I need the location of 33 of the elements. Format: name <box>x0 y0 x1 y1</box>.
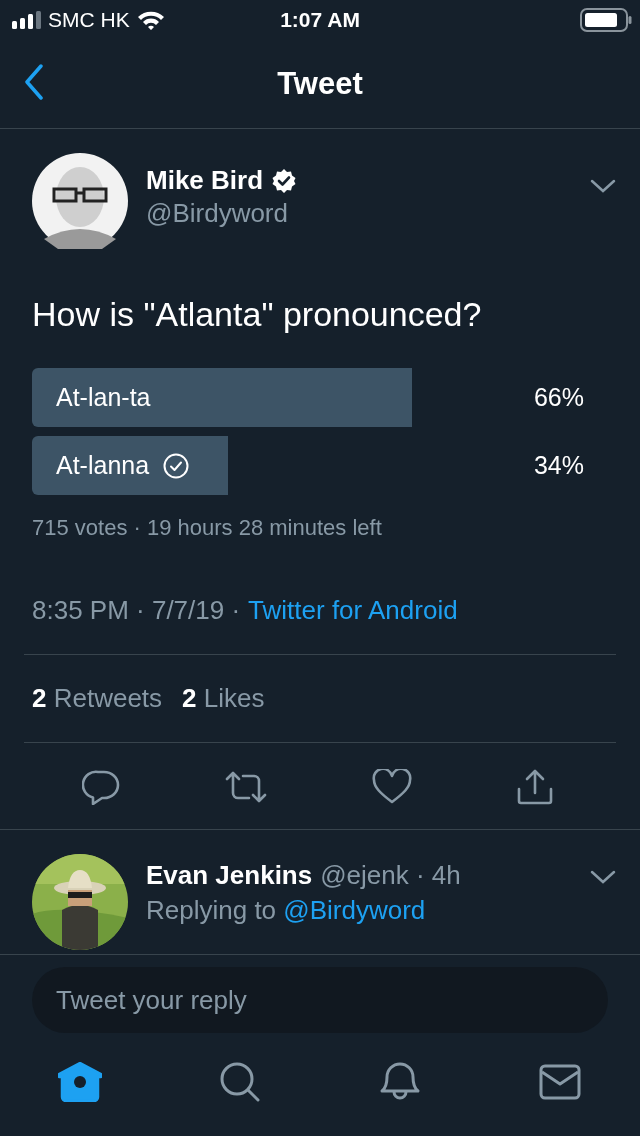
signal-icon <box>12 11 42 29</box>
poll-percentage: 66% <box>533 383 584 412</box>
author-handle[interactable]: @Birdyword <box>146 198 590 229</box>
share-icon[interactable] <box>516 769 554 805</box>
heart-icon[interactable] <box>372 769 412 805</box>
search-icon <box>219 1061 261 1103</box>
birdhouse-icon <box>58 1062 102 1102</box>
poll-summary: 715 votes · 19 hours 28 minutes left <box>32 515 383 541</box>
carrier-name: SMC HK <box>48 8 130 32</box>
back-button[interactable] <box>24 64 44 100</box>
retweet-count[interactable]: 2 Retweets <box>32 683 163 714</box>
retweet-icon[interactable] <box>224 769 268 805</box>
chevron-down-icon[interactable] <box>590 870 616 884</box>
envelope-icon <box>539 1064 581 1100</box>
poll-option-label: At-lanna <box>56 451 150 480</box>
mention-link[interactable]: @Birdyword <box>283 895 426 925</box>
tweet-text: How is "Atlanta" pronounced? <box>32 295 483 334</box>
screen-title: Tweet <box>277 66 363 102</box>
source-link[interactable]: Twitter for Android <box>248 595 458 626</box>
replying-to-text: Replying to @Birdyword <box>146 895 427 926</box>
avatar[interactable] <box>32 153 128 249</box>
reply-handle-time: @ejenk · 4h <box>320 860 461 891</box>
like-count[interactable]: 2 Likes <box>182 683 265 714</box>
reply-author-name[interactable]: Evan Jenkins <box>146 860 313 891</box>
poll-percentage: 34% <box>533 451 584 480</box>
reply-icon[interactable] <box>82 769 120 805</box>
reply-input[interactable]: Tweet your reply <box>32 967 608 1033</box>
author-name[interactable]: Mike Bird <box>146 165 264 196</box>
battery-icon <box>580 8 632 32</box>
chevron-down-icon[interactable] <box>590 179 616 193</box>
clock-time: 1:07 AM <box>279 8 361 32</box>
poll-option-label: At-lan-ta <box>56 383 151 412</box>
tweet-timestamp: 8:35 PM · 7/7/19 · <box>32 595 241 626</box>
